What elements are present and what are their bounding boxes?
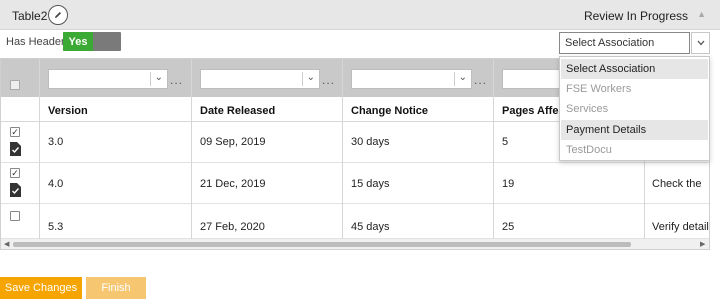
row-checkbox[interactable]: ✓ [10,127,20,137]
finish-button[interactable]: Finish [86,277,146,299]
association-dropdown-list: Select Association FSE Workers Services … [559,56,710,161]
select-all-checkbox[interactable] [10,80,20,90]
edit-table-name-button[interactable] [48,5,68,25]
cell-date-released: 09 Sep, 2019 [200,136,266,148]
cell-version: 4.0 [48,178,64,190]
status-label: Review In Progress [583,9,688,23]
column-header-version[interactable]: Version [48,105,88,117]
row-checkbox[interactable]: ✓ [10,168,20,178]
table-title: Table2 [12,9,48,23]
association-option[interactable]: Select Association [561,59,708,79]
association-option[interactable]: Payment Details [561,120,708,140]
cell-change-notice: 30 days [351,136,390,148]
has-header-toggle[interactable]: Yes [63,32,121,51]
column-header-change-notice[interactable]: Change Notice [351,105,428,117]
filter-separator [302,72,303,86]
association-option[interactable]: Services [561,99,708,119]
association-option[interactable]: FSE Workers [561,79,708,99]
chevron-down-icon[interactable]: ⌄ [155,72,163,83]
cell-pages-affected: 25 [502,221,515,233]
save-changes-button[interactable]: Save Changes [0,277,82,299]
cell-date-released: 21 Dec, 2019 [200,178,266,190]
column-divider [191,59,192,239]
association-select[interactable]: Select Association [559,32,690,54]
column-divider [342,59,343,239]
cell-change-notice: 45 days [351,221,390,233]
pencil-icon [55,12,61,18]
filter-separator [454,72,455,86]
cell-pages-affected: 19 [502,178,515,190]
chevron-down-icon[interactable]: ⌄ [307,72,315,83]
table-row: ✓ 4.0 21 Dec, 2019 15 days 19 Check the [1,163,709,204]
document-check-icon[interactable] [10,142,21,156]
horizontal-scrollbar[interactable]: ◀ ▶ [1,239,709,249]
filter-separator [150,72,151,86]
cell-extra: Check the [652,178,702,190]
association-option[interactable]: TestDocu [561,140,708,160]
column-divider [39,59,40,239]
cell-version: 5.3 [48,221,64,233]
table-row: 5.3 27 Feb, 2020 45 days 25 Verify detai… [1,204,710,239]
has-header-label: Has Header [6,36,65,48]
scroll-right-icon[interactable]: ▶ [700,240,705,248]
column-divider [493,59,494,239]
chevron-down-icon[interactable]: ⌄ [459,72,467,83]
filter-version-more[interactable]: ... [170,73,183,87]
filter-version[interactable]: ⌄ [48,69,168,89]
cell-extra: Verify details [652,221,710,233]
chevron-down-icon [697,40,704,46]
association-dropdown-button[interactable] [691,32,710,54]
cell-change-notice: 15 days [351,178,390,190]
chevron-up-icon[interactable]: ▲ [697,9,706,19]
filter-pages-affected[interactable] [502,69,562,89]
column-header-date-released[interactable]: Date Released [200,105,275,117]
scrollbar-thumb[interactable] [13,242,631,247]
cell-pages-affected: 5 [502,136,509,148]
filter-date-released[interactable]: ⌄ [200,69,320,89]
cell-date-released: 27 Feb, 2020 [200,221,265,233]
document-check-icon[interactable] [10,183,21,197]
panel-header: Table2 Review In Progress ▲ [0,0,720,30]
filter-change-notice[interactable]: ⌄ [351,69,472,89]
toggle-on-label: Yes [63,32,93,51]
filter-date-more[interactable]: ... [322,73,335,87]
row-checkbox[interactable] [10,211,20,221]
scroll-left-icon[interactable]: ◀ [4,240,9,248]
cell-version: 3.0 [48,136,64,148]
filter-notice-more[interactable]: ... [474,73,487,87]
